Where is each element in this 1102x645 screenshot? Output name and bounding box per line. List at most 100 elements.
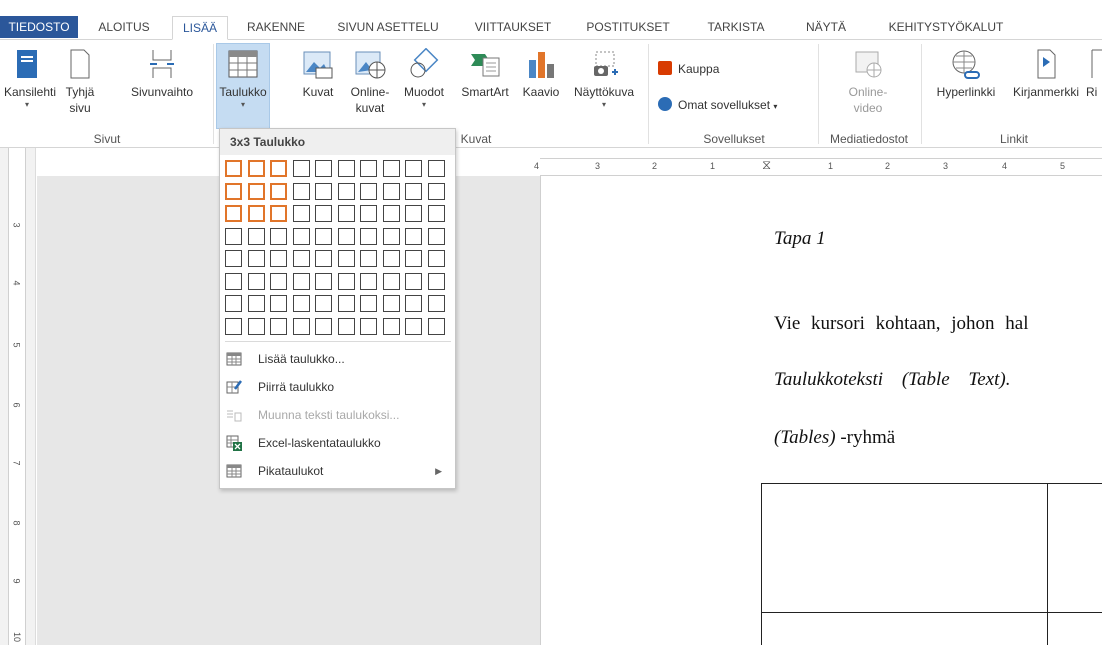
table-size-cell[interactable]: [382, 227, 400, 245]
table-size-cell[interactable]: [315, 317, 332, 335]
menu-convert-text-to-table[interactable]: Muunna teksti taulukoksi...: [226, 404, 450, 426]
menu-draw-table[interactable]: Piirrä taulukko: [226, 376, 450, 398]
table-size-cell[interactable]: [337, 205, 355, 222]
table-size-cell[interactable]: [337, 295, 355, 312]
table-size-cell[interactable]: [360, 227, 377, 245]
table-size-cell[interactable]: [382, 317, 400, 335]
online-video-button[interactable]: Online- video: [826, 48, 910, 116]
blank-page-button[interactable]: Tyhjä sivu: [54, 48, 106, 116]
table-size-cell[interactable]: [337, 272, 355, 290]
table-size-cell[interactable]: [315, 182, 332, 200]
tab-references[interactable]: VIITTAUKSET: [462, 16, 564, 40]
table-size-cell[interactable]: [382, 250, 400, 267]
table-size-cell[interactable]: [315, 295, 332, 312]
table-size-cell[interactable]: [315, 205, 332, 222]
cover-page-button[interactable]: Kansilehti ▾: [4, 48, 56, 110]
table-size-cell[interactable]: [270, 250, 287, 267]
online-pictures-button[interactable]: Online- kuvat: [344, 48, 396, 116]
chart-button[interactable]: Kaavio: [518, 48, 564, 100]
table-size-cell[interactable]: [315, 227, 332, 245]
table-size-cell[interactable]: [292, 182, 310, 200]
table-size-cell[interactable]: [427, 227, 445, 245]
menu-excel-spreadsheet[interactable]: Excel-laskentataulukko: [226, 432, 450, 454]
table-size-cell[interactable]: [225, 250, 242, 267]
table-size-cell[interactable]: [292, 317, 310, 335]
indent-marker-icon[interactable]: ⧖: [762, 157, 771, 173]
menu-quick-tables[interactable]: Pikataulukot ▶: [226, 460, 450, 482]
table-size-cell[interactable]: [315, 160, 332, 177]
table-size-cell[interactable]: [225, 205, 242, 222]
tab-file[interactable]: TIEDOSTO: [0, 16, 78, 38]
table-size-cell[interactable]: [427, 317, 445, 335]
table-size-cell[interactable]: [225, 272, 242, 290]
tab-page-layout[interactable]: SIVUN ASETTELU: [322, 16, 454, 40]
table-size-cell[interactable]: [225, 227, 242, 245]
bookmark-button[interactable]: Kirjanmerkki: [1006, 48, 1086, 100]
table-size-cell[interactable]: [405, 272, 422, 290]
table-size-cell[interactable]: [292, 205, 310, 222]
tab-home[interactable]: ALOITUS: [88, 16, 160, 40]
table-size-cell[interactable]: [315, 272, 332, 290]
tab-developer[interactable]: KEHITYSTYÖKALUT: [870, 16, 1022, 40]
table-size-cell[interactable]: [405, 182, 422, 200]
table-size-cell[interactable]: [382, 160, 400, 177]
table-size-cell[interactable]: [247, 295, 265, 312]
table-size-cell[interactable]: [247, 317, 265, 335]
table-size-cell[interactable]: [360, 160, 377, 177]
menu-insert-table[interactable]: Lisää taulukko...: [226, 348, 450, 370]
table-size-cell[interactable]: [270, 182, 287, 200]
table-size-cell[interactable]: [360, 205, 377, 222]
table-button[interactable]: Taulukko ▾: [216, 43, 270, 129]
screenshot-button[interactable]: Näyttökuva ▾: [566, 48, 642, 110]
table-size-cell[interactable]: [405, 317, 422, 335]
tab-mailings[interactable]: POSTITUKSET: [572, 16, 684, 40]
table-size-cell[interactable]: [337, 250, 355, 267]
page-break-button[interactable]: Sivunvaihto: [114, 48, 210, 100]
table-size-cell[interactable]: [360, 250, 377, 267]
table-size-cell[interactable]: [337, 182, 355, 200]
table-size-cell[interactable]: [247, 205, 265, 222]
my-apps-button[interactable]: Omat sovellukset ▾: [658, 96, 777, 116]
tab-view[interactable]: NÄYTÄ: [792, 16, 860, 40]
table-size-cell[interactable]: [405, 160, 422, 177]
shapes-button[interactable]: Muodot ▾: [398, 48, 450, 110]
table-size-cell[interactable]: [247, 227, 265, 245]
table-size-cell[interactable]: [427, 160, 445, 177]
tab-design[interactable]: RAKENNE: [236, 16, 316, 40]
table-size-cell[interactable]: [292, 160, 310, 177]
table-size-cell[interactable]: [405, 205, 422, 222]
table-size-cell[interactable]: [427, 205, 445, 222]
table-size-cell[interactable]: [247, 160, 265, 177]
document-table[interactable]: [761, 483, 1102, 645]
table-size-cell[interactable]: [405, 227, 422, 245]
table-size-cell[interactable]: [427, 272, 445, 290]
table-size-cell[interactable]: [247, 272, 265, 290]
table-size-cell[interactable]: [337, 317, 355, 335]
table-size-cell[interactable]: [360, 272, 377, 290]
table-size-cell[interactable]: [427, 295, 445, 312]
table-size-cell[interactable]: [225, 182, 242, 200]
table-size-cell[interactable]: [225, 317, 242, 335]
table-size-cell[interactable]: [337, 160, 355, 177]
table-size-cell[interactable]: [337, 227, 355, 245]
tab-insert[interactable]: LISÄÄ: [172, 16, 228, 40]
tab-review[interactable]: TARKISTA: [692, 16, 780, 40]
table-size-cell[interactable]: [382, 272, 400, 290]
table-size-cell[interactable]: [360, 295, 377, 312]
cross-reference-button[interactable]: Ri: [1086, 48, 1102, 100]
table-size-cell[interactable]: [382, 205, 400, 222]
table-size-cell[interactable]: [405, 295, 422, 312]
table-size-cell[interactable]: [247, 182, 265, 200]
table-size-cell[interactable]: [225, 295, 242, 312]
table-size-cell[interactable]: [270, 227, 287, 245]
table-size-cell[interactable]: [247, 250, 265, 267]
table-size-cell[interactable]: [270, 317, 287, 335]
table-size-cell[interactable]: [225, 160, 242, 177]
table-size-cell[interactable]: [405, 250, 422, 267]
table-size-cell[interactable]: [270, 160, 287, 177]
pictures-button[interactable]: Kuvat: [296, 48, 340, 100]
table-size-cell[interactable]: [427, 182, 445, 200]
table-size-cell[interactable]: [292, 272, 310, 290]
table-size-cell[interactable]: [292, 227, 310, 245]
table-size-cell[interactable]: [315, 250, 332, 267]
